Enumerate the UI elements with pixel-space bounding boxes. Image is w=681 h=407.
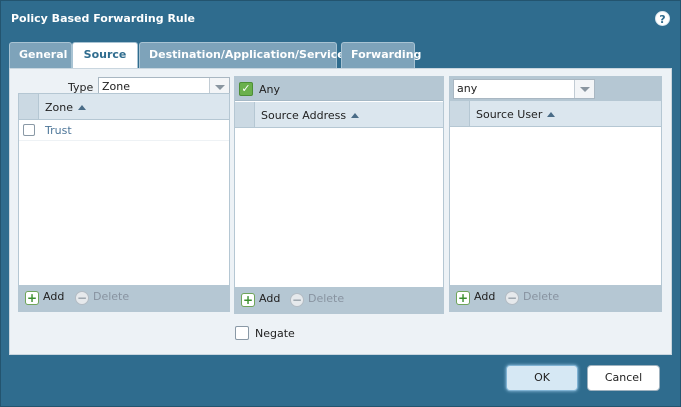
add-user-button[interactable]: + Add: [456, 290, 495, 305]
delete-zone-button[interactable]: − Delete: [75, 290, 129, 305]
dialog-title: Policy Based Forwarding Rule: [11, 12, 195, 25]
source-user-select-value: any: [457, 82, 478, 95]
sort-ascending-icon: [547, 112, 556, 117]
cancel-button[interactable]: Cancel: [587, 365, 660, 391]
delete-user-label: Delete: [523, 290, 560, 303]
delete-zone-label: Delete: [93, 290, 130, 303]
source-address-header-wrap: Source Address: [261, 109, 360, 122]
minus-icon: −: [290, 293, 304, 307]
zone-panel-footer: + Add − Delete: [19, 285, 229, 311]
any-address-row[interactable]: ✓ Any: [235, 77, 443, 101]
add-zone-button[interactable]: + Add: [25, 290, 64, 305]
negate-label: Negate: [255, 327, 295, 340]
add-address-label: Add: [259, 292, 281, 305]
help-icon[interactable]: ?: [655, 11, 670, 26]
row-checkbox[interactable]: [23, 124, 35, 136]
plus-icon: +: [25, 291, 39, 305]
zone-name[interactable]: Trust: [45, 124, 72, 137]
delete-user-button[interactable]: − Delete: [505, 290, 559, 305]
source-address-panel: ✓ Any Source Address + Add − Delete: [234, 76, 444, 314]
chevron-down-icon[interactable]: [574, 80, 594, 98]
table-row[interactable]: Trust: [19, 121, 229, 141]
source-user-select-bar: any: [450, 77, 661, 101]
add-zone-label: Add: [43, 290, 65, 303]
source-user-select[interactable]: any: [453, 79, 595, 99]
select-all-cell[interactable]: [450, 101, 470, 126]
add-address-button[interactable]: + Add: [241, 292, 280, 307]
source-user-column-header[interactable]: Source User: [450, 101, 661, 127]
plus-icon: +: [241, 293, 255, 307]
tab-source[interactable]: Source: [72, 42, 138, 70]
source-user-footer: + Add − Delete: [450, 285, 661, 311]
select-all-cell[interactable]: [19, 94, 39, 119]
tab-general[interactable]: General: [9, 42, 72, 68]
policy-forwarding-dialog: Policy Based Forwarding Rule ? General S…: [0, 0, 681, 407]
source-address-header-label: Source Address: [261, 109, 347, 122]
zone-panel: Zone Trust + Add − Delete: [18, 93, 230, 312]
minus-icon: −: [505, 291, 519, 305]
delete-address-label: Delete: [308, 292, 345, 305]
negate-checkbox[interactable]: [235, 326, 249, 340]
tab-destination-application-service[interactable]: Destination/Application/Service: [139, 42, 345, 68]
source-address-column-header[interactable]: Source Address: [235, 102, 443, 128]
source-address-footer: + Add − Delete: [235, 287, 443, 313]
delete-address-button[interactable]: − Delete: [290, 292, 344, 307]
ok-button[interactable]: OK: [506, 365, 578, 391]
sort-ascending-icon: [78, 105, 87, 110]
source-user-header-wrap: Source User: [476, 108, 556, 121]
type-select-value: Zone: [102, 80, 131, 93]
zone-column-header[interactable]: Zone: [19, 94, 229, 120]
zone-header-label: Zone: [45, 101, 74, 114]
minus-icon: −: [75, 291, 89, 305]
add-user-label: Add: [474, 290, 496, 303]
select-all-cell[interactable]: [235, 102, 255, 127]
any-label: Any: [259, 83, 281, 96]
source-user-header-label: Source User: [476, 108, 543, 121]
plus-icon: +: [456, 291, 470, 305]
tab-content: Type Zone Zone Trust + Add − Delete ✓ An…: [9, 68, 672, 355]
tab-forwarding[interactable]: Forwarding: [341, 42, 421, 68]
sort-ascending-icon: [351, 113, 360, 118]
zone-header-label-wrap: Zone: [45, 101, 87, 114]
any-checkbox[interactable]: ✓: [239, 82, 253, 96]
source-user-panel: any Source User + Add − Delete: [449, 76, 662, 312]
